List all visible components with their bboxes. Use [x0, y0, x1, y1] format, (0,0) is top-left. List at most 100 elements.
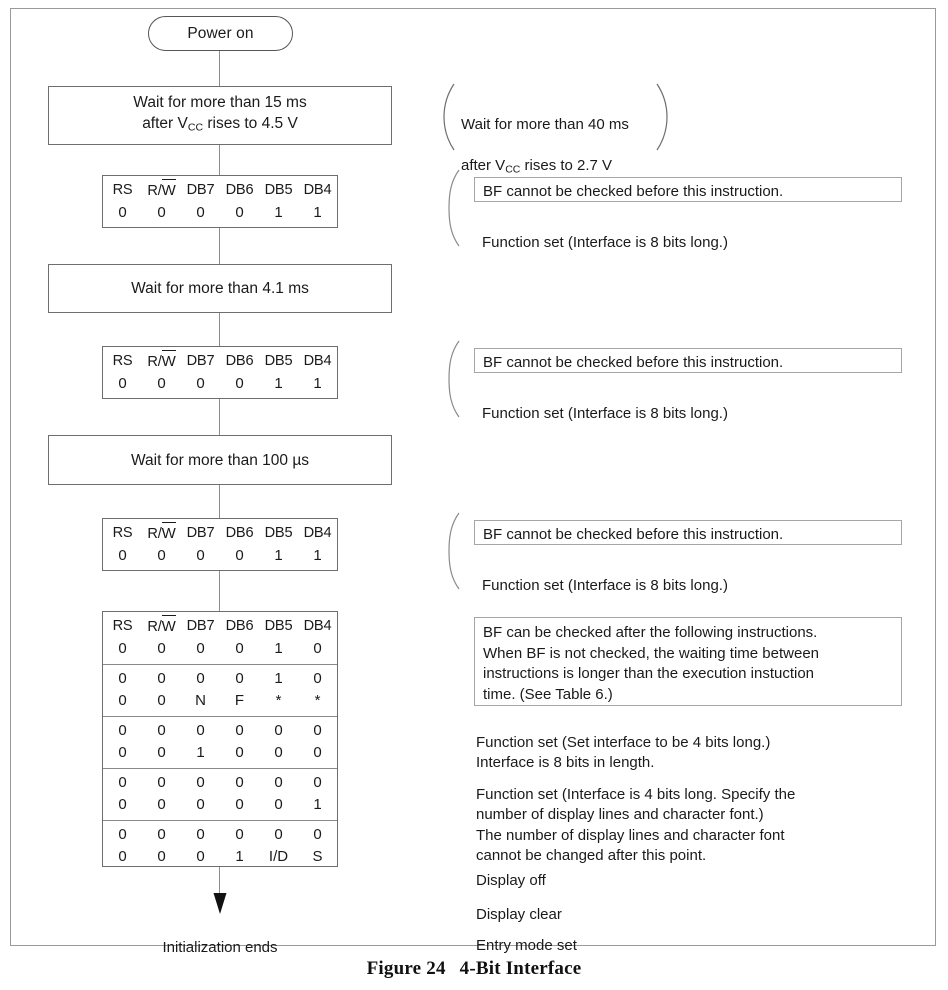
col-db6: DB6 [225, 182, 254, 198]
bit-cell: 0 [118, 826, 127, 843]
bit-cell: 0 [196, 774, 205, 791]
bit-cell: 0 [118, 375, 127, 392]
bit-value-row: 0 0 N F * * [103, 690, 337, 712]
col-rs: RS [112, 182, 133, 198]
bit-header-row: RS R/W DB7 DB6 DB5 DB4 [103, 179, 337, 202]
table-group: 0 0 0 0 1 0 0 0 N F * * [103, 664, 337, 716]
bit-value-row: 0 0 0 0 1 0 [103, 668, 337, 690]
col-rw: R/W [142, 522, 181, 545]
bit-cell: 1 [274, 547, 283, 564]
table-group: 0 0 0 0 0 0 0 0 0 1 I/D S [103, 820, 337, 872]
bit-cell: 0 [313, 774, 322, 791]
bit-cell: 0 [235, 826, 244, 843]
col-db5: DB5 [264, 618, 293, 634]
col-db5: DB5 [264, 353, 293, 369]
bit-header-row: RS R/W DB7 DB6 DB5 DB4 [103, 615, 337, 638]
col-db5: DB5 [264, 525, 293, 541]
note-bf-cannot-1: BF cannot be checked before this instruc… [474, 177, 902, 202]
connector-instr3-to-table [219, 571, 220, 611]
note-bf-cannot-2: BF cannot be checked before this instruc… [474, 348, 902, 373]
col-db6: DB6 [225, 353, 254, 369]
col-db4: DB4 [303, 182, 332, 198]
bit-value-row: 0 0 0 1 I/D S [103, 846, 337, 868]
connector-instr2-to-wait3 [219, 399, 220, 435]
bit-value-row: 0 0 0 0 1 1 [103, 545, 337, 567]
bit-value-row: 0 0 0 0 1 1 [103, 202, 337, 224]
bit-cell: 0 [157, 722, 166, 739]
wait-box-15ms: Wait for more than 15 ms after VCC rises… [48, 86, 392, 145]
final-instruction-table: RS R/W DB7 DB6 DB5 DB4 0 0 0 0 1 0 0 0 0 [102, 611, 338, 867]
col-db7: DB7 [186, 618, 215, 634]
bit-cell: 1 [274, 670, 283, 687]
col-rw: R/W [142, 179, 181, 202]
bit-cell: 0 [235, 547, 244, 564]
bracket-instruction-note-2 [444, 340, 462, 418]
bit-cell: 0 [313, 826, 322, 843]
bit-header-row: RS R/W DB7 DB6 DB5 DB4 [103, 522, 337, 545]
bit-value-row: 0 0 0 0 0 1 [103, 794, 337, 816]
note-bf-can-be-checked: BF can be checked after the following in… [474, 617, 902, 706]
bit-cell: 0 [157, 826, 166, 843]
connector-start-to-wait1 [219, 48, 220, 86]
bit-cell: 0 [157, 796, 166, 813]
bracket-instruction-note-3 [444, 512, 462, 590]
connector-wait3-to-instr3 [219, 483, 220, 518]
vcc-subscript: CC [505, 163, 521, 176]
col-db5: DB5 [264, 182, 293, 198]
bit-value-row: 0 0 0 0 1 1 [103, 373, 337, 395]
bit-cell: 0 [196, 722, 205, 739]
wait-100us-line1: Wait for more than 100 µs [130, 451, 310, 469]
caption-number: Figure 24 [366, 958, 446, 979]
col-db4: DB4 [303, 353, 332, 369]
bit-cell: 0 [235, 375, 244, 392]
bit-cell: 0 [235, 670, 244, 687]
bit-cell: 0 [157, 744, 166, 761]
bit-cell: 0 [235, 796, 244, 813]
col-db7: DB7 [186, 182, 215, 198]
wait-box-100us: Wait for more than 100 µs [48, 435, 392, 485]
bit-cell: 0 [274, 826, 283, 843]
note-vcc-40ms-line1: Wait for more than 40 ms [461, 115, 629, 133]
table-group: 0 0 0 0 0 0 0 0 0 0 0 1 [103, 768, 337, 820]
bit-cell: * [275, 692, 282, 709]
bit-cell: 0 [196, 796, 205, 813]
bit-cell: 0 [274, 744, 283, 761]
bit-value-row: 0 0 0 0 1 0 [103, 638, 337, 660]
bit-cell: 0 [196, 640, 205, 657]
col-db4: DB4 [303, 618, 332, 634]
bit-cell: 0 [118, 774, 127, 791]
wait-15ms-line2: after VCC rises to 4.5 V [142, 115, 298, 134]
caption-title: 4-Bit Interface [459, 958, 582, 979]
bit-cell: 0 [118, 722, 127, 739]
connector-instr1-to-wait2 [219, 228, 220, 264]
bit-cell: 0 [196, 547, 205, 564]
note-function-set-8bit-1: Function set (Interface is 8 bits long.) [482, 233, 728, 251]
bit-cell: 0 [274, 774, 283, 791]
bit-cell: 1 [274, 375, 283, 392]
instruction-box-3: RS R/W DB7 DB6 DB5 DB4 0 0 0 0 1 1 [102, 518, 338, 571]
col-db7: DB7 [186, 525, 215, 541]
bit-cell: 0 [274, 796, 283, 813]
flow-arrow-icon [211, 893, 229, 920]
bit-cell: 0 [196, 826, 205, 843]
col-rs: RS [112, 353, 133, 369]
bit-cell: 0 [157, 547, 166, 564]
bit-cell: 0 [274, 722, 283, 739]
bit-cell: 0 [118, 640, 127, 657]
bit-cell: 0 [235, 744, 244, 761]
connector-wait1-to-instr1 [219, 143, 220, 175]
bit-cell: * [314, 692, 321, 709]
end-label: Initialization ends [162, 938, 278, 956]
table-group: 0 0 0 0 0 0 0 0 1 0 0 0 [103, 716, 337, 768]
bit-cell: 0 [118, 848, 127, 865]
col-db6: DB6 [225, 525, 254, 541]
bracket-left-vcc-note [440, 82, 456, 152]
bit-cell: 0 [196, 375, 205, 392]
bit-cell: F [234, 692, 245, 709]
bit-cell: 0 [313, 640, 322, 657]
bit-value-row: 0 0 1 0 0 0 [103, 742, 337, 764]
bit-cell: 0 [235, 722, 244, 739]
table-group: RS R/W DB7 DB6 DB5 DB4 0 0 0 0 1 0 [103, 612, 337, 664]
col-db6: DB6 [225, 618, 254, 634]
bit-cell: 0 [157, 204, 166, 221]
